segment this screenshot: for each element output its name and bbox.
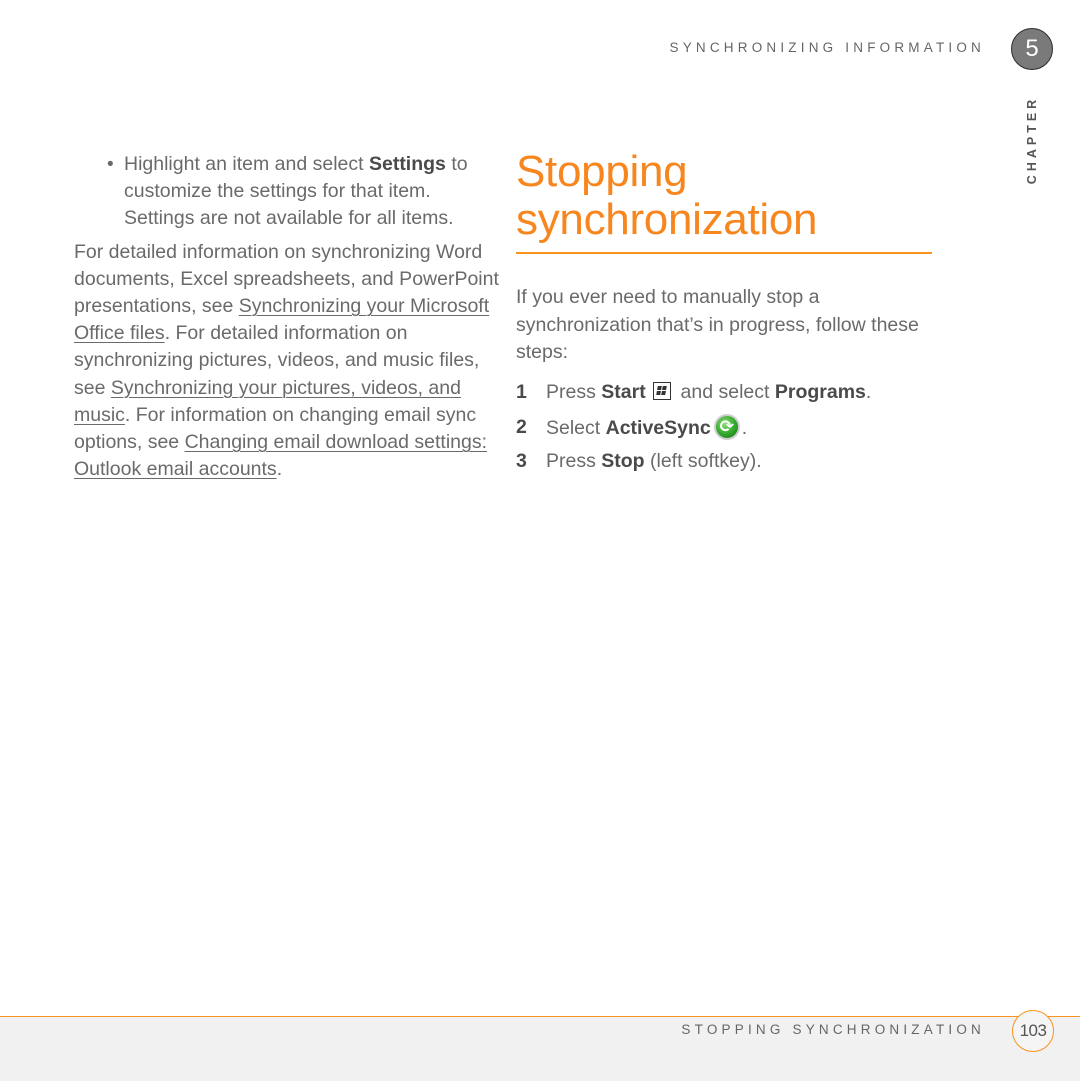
chapter-number-badge: 5 [1011,28,1053,70]
running-header-title: SYNCHRONIZING INFORMATION [669,40,985,55]
step-text: Press [546,450,602,472]
step-text: Select [546,416,606,439]
settings-bullet-item: • Highlight an item and select Settings … [74,151,499,233]
step-number: 3 [516,450,527,472]
bullet-bold-settings: Settings [368,153,446,175]
step-number: 1 [516,381,527,403]
section-heading: Stopping synchronization [516,147,818,244]
paragraph-text-4: . [276,458,283,481]
cross-reference-paragraph: For detailed information on synchronizin… [74,239,499,484]
left-column: • Highlight an item and select Settings … [74,151,499,483]
step-text: Press [546,381,602,403]
page-number-badge: 103 [1012,1010,1054,1052]
step-number: 2 [516,415,527,438]
step-text: and select [675,381,775,403]
step-item-2: 2 Select ActiveSync. [516,413,946,449]
activesync-icon [713,413,740,441]
step-item-3: 3 Press Stop (left softkey). [516,448,946,483]
bullet-dot-icon: • [107,154,114,175]
step-text: . [741,416,748,439]
step-bold-activesync: ActiveSync [605,416,711,439]
windows-start-icon [653,382,672,400]
step-bold-stop: Stop [601,450,645,472]
section-intro: If you ever need to manually stop a sync… [516,286,919,363]
step-item-1: 1 Press Start and select Programs. [516,379,946,414]
step-bold-start: Start [601,381,646,403]
step-bold-programs: Programs [774,381,866,403]
bullet-text-before: Highlight an item and select [124,153,369,175]
footer-section-title: STOPPING SYNCHRONIZATION [681,1022,985,1037]
step-text: . [865,381,872,403]
chapter-label: CHAPTER [1025,95,1039,185]
step-text: (left softkey). [644,450,762,472]
steps-list: 1 Press Start and select Programs. 2 Sel… [516,379,946,483]
heading-divider [516,252,932,254]
